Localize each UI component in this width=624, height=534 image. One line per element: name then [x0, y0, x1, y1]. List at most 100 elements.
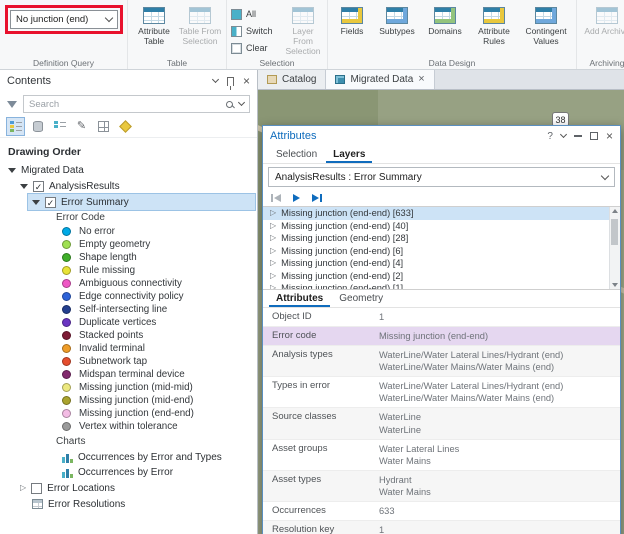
- collapsed-expand-icon[interactable]: ▷: [270, 259, 276, 267]
- minimize-icon[interactable]: [573, 135, 582, 137]
- collapsed-expand-icon[interactable]: ▷: [270, 284, 276, 289]
- list-by-drawing-order-icon[interactable]: [6, 117, 25, 136]
- legend-item[interactable]: Missing junction (end-end): [0, 407, 257, 420]
- list-scrollbar[interactable]: [609, 207, 620, 289]
- contingent-values-button[interactable]: Contingent Values: [520, 4, 572, 47]
- layer-checkbox[interactable]: ✓: [33, 180, 44, 192]
- tab-migrated-data[interactable]: Migrated Data ×: [326, 70, 435, 89]
- tab-catalog[interactable]: Catalog: [258, 70, 327, 89]
- collapsed-expand-icon[interactable]: ▷: [20, 484, 26, 492]
- legend-item[interactable]: Missing junction (mid-end): [0, 394, 257, 407]
- definition-query-dropdown[interactable]: No junction (end): [10, 10, 118, 29]
- collapsed-expand-icon[interactable]: ▷: [270, 221, 276, 230]
- attribute-row[interactable]: Analysis types WaterLine/Water Lateral L…: [263, 346, 620, 378]
- error-list-item[interactable]: ▷ Missing junction (end-end) [6]: [263, 245, 609, 258]
- chart-item[interactable]: Occurrences by Error: [0, 465, 257, 480]
- error-list-item[interactable]: ▷ Missing junction (end-end) [633]: [263, 207, 609, 220]
- search-options-chevron-icon[interactable]: [237, 98, 246, 107]
- pin-icon[interactable]: [226, 76, 234, 90]
- attribute-row[interactable]: Resolution key 1: [263, 521, 620, 534]
- close-icon[interactable]: ×: [243, 75, 250, 87]
- layer-checkbox[interactable]: [31, 482, 43, 494]
- attribute-row[interactable]: Source classes WaterLine WaterLine: [263, 408, 620, 440]
- tree-item-error-locations[interactable]: ▷ Error Locations: [0, 480, 257, 496]
- attribute-row[interactable]: Occurrences 633: [263, 502, 620, 522]
- map-canvas[interactable]: 38 Attributes ? × Selection Layers Analy…: [258, 90, 624, 534]
- collapsed-expand-icon[interactable]: ▷: [270, 271, 276, 280]
- pane-options-chevron-icon[interactable]: [559, 130, 568, 139]
- tree-item-migrated-data[interactable]: Migrated Data: [0, 162, 257, 178]
- attribute-row[interactable]: Object ID 1: [263, 308, 620, 328]
- tab-layers[interactable]: Layers: [326, 146, 372, 163]
- dock-icon[interactable]: [589, 132, 598, 140]
- next-record-button[interactable]: [293, 194, 300, 202]
- expand-icon[interactable]: [20, 183, 28, 189]
- list-by-labeling-icon[interactable]: [117, 118, 134, 135]
- collapsed-expand-icon[interactable]: ▷: [270, 234, 276, 242]
- pane-menu-icon[interactable]: [211, 75, 220, 84]
- tab-selection[interactable]: Selection: [269, 146, 324, 163]
- error-list-item[interactable]: ▷ Missing junction (end-end) [4]: [263, 257, 609, 270]
- expand-icon[interactable]: [8, 167, 16, 173]
- list-by-snapping-icon[interactable]: [95, 118, 112, 135]
- error-list-item[interactable]: ▷ Missing junction (end-end) [2]: [263, 270, 609, 283]
- legend-item[interactable]: Duplicate vertices: [0, 316, 257, 329]
- layer-selector-dropdown[interactable]: AnalysisResults : Error Summary: [268, 167, 615, 187]
- legend-item[interactable]: Invalid terminal: [0, 342, 257, 355]
- select-all-button[interactable]: All: [231, 6, 281, 22]
- legend-item[interactable]: Stacked points: [0, 329, 257, 342]
- tab-geometry[interactable]: Geometry: [332, 290, 390, 307]
- help-icon[interactable]: ?: [547, 131, 553, 142]
- tree-item-error-resolutions[interactable]: Error Resolutions: [0, 496, 257, 512]
- legend-item[interactable]: Midspan terminal device: [0, 368, 257, 381]
- attribute-row[interactable]: Asset groups Water Lateral Lines Water M…: [263, 440, 620, 471]
- fields-button[interactable]: Fields: [332, 4, 372, 37]
- error-list-item[interactable]: ▷ Missing junction (end-end) [28]: [263, 232, 609, 245]
- legend-item[interactable]: Rule missing: [0, 264, 257, 277]
- attribute-row[interactable]: Asset types Hydrant Water Mains: [263, 470, 620, 502]
- legend-item[interactable]: Self-intersecting line: [0, 303, 257, 316]
- list-by-selection-icon[interactable]: [51, 118, 68, 135]
- legend-item[interactable]: Subnetwork tap: [0, 355, 257, 368]
- list-by-data-source-icon[interactable]: [29, 118, 46, 135]
- table-from-selection-button[interactable]: Table From Selection: [178, 4, 222, 47]
- legend-item[interactable]: Shape length: [0, 251, 257, 264]
- clear-selection-button[interactable]: Clear: [231, 40, 281, 56]
- tab-attributes[interactable]: Attributes: [269, 290, 330, 307]
- switch-selection-button[interactable]: Switch: [231, 23, 281, 39]
- error-list-item[interactable]: ▷ Missing junction (end-end) [1]: [263, 282, 609, 289]
- collapsed-expand-icon[interactable]: ▷: [270, 209, 276, 217]
- filter-icon[interactable]: [7, 100, 17, 108]
- attribute-rules-button[interactable]: Attribute Rules: [470, 4, 518, 47]
- search-input[interactable]: [29, 98, 220, 110]
- layer-from-selection-button[interactable]: Layer From Selection: [283, 4, 323, 56]
- legend-item[interactable]: No error: [0, 225, 257, 238]
- close-tab-icon[interactable]: ×: [418, 74, 424, 85]
- previous-record-button[interactable]: [271, 194, 281, 202]
- list-by-editing-icon[interactable]: ✎: [73, 118, 90, 135]
- legend-item[interactable]: Ambiguous connectivity: [0, 277, 257, 290]
- layer-checkbox[interactable]: ✓: [45, 196, 56, 208]
- last-record-button[interactable]: [312, 194, 322, 202]
- attribute-row-error-code[interactable]: Error code Missing junction (end-end): [263, 327, 620, 347]
- subtypes-button[interactable]: Subtypes: [374, 4, 420, 37]
- error-list-item[interactable]: ▷ Missing junction (end-end) [40]: [263, 220, 609, 233]
- legend-item[interactable]: Vertex within tolerance: [0, 420, 257, 433]
- attribute-row[interactable]: Types in error WaterLine/Water Lateral L…: [263, 377, 620, 409]
- scrollbar-thumb[interactable]: [611, 219, 618, 245]
- legend-item[interactable]: Edge connectivity policy: [0, 290, 257, 303]
- chart-item[interactable]: Occurrences by Error and Types: [0, 450, 257, 465]
- add-archive-button[interactable]: Add Archive: [581, 4, 624, 37]
- attribute-table-button[interactable]: Attribute Table: [132, 4, 176, 47]
- expand-icon[interactable]: [32, 199, 40, 205]
- scroll-down-icon[interactable]: [612, 283, 618, 287]
- legend-item[interactable]: Missing junction (mid-mid): [0, 381, 257, 394]
- domains-button[interactable]: Domains: [422, 4, 468, 37]
- tree-item-analysisresults[interactable]: ✓ AnalysisResults: [0, 178, 257, 194]
- tree-item-error-summary[interactable]: ✓ Error Summary: [27, 193, 256, 211]
- scroll-up-icon[interactable]: [612, 209, 618, 213]
- legend-item[interactable]: Empty geometry: [0, 238, 257, 251]
- close-icon[interactable]: ×: [606, 130, 613, 142]
- search-icon[interactable]: [226, 100, 233, 108]
- collapsed-expand-icon[interactable]: ▷: [270, 246, 276, 255]
